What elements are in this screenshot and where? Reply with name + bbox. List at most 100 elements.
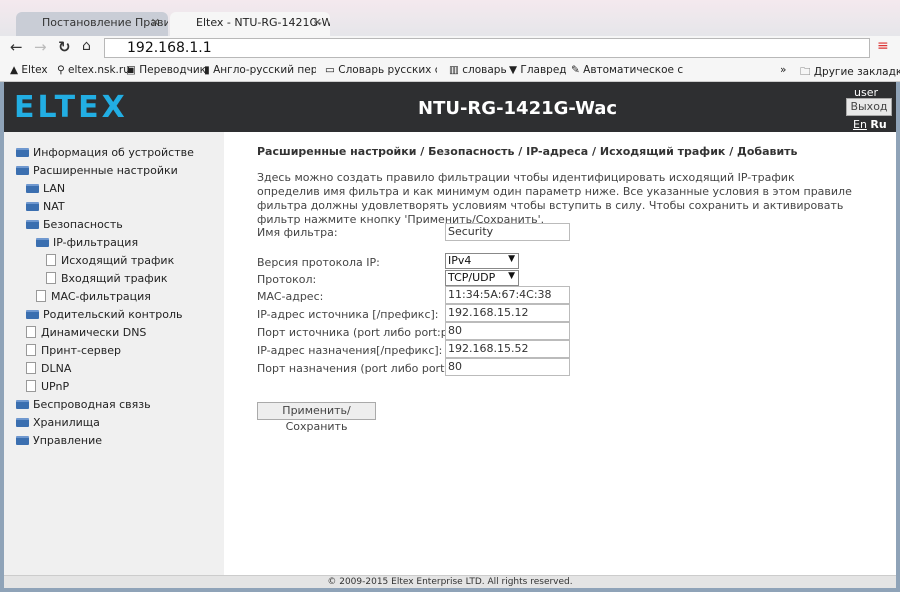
sidebar-item-label: Беспроводная связь (33, 398, 151, 411)
sidebar-item-label: Управление (33, 434, 103, 447)
bookmark[interactable]: ▮ Англо-русский перевод (204, 64, 316, 76)
bookmark-label: Другие закладки (813, 66, 900, 78)
sidebar-item[interactable]: Управление (16, 434, 102, 448)
reload-icon[interactable]: ↻ (58, 38, 71, 56)
browser-tab-active[interactable]: Eltex - NTU-RG-1421G-Wac ✕ (170, 12, 330, 36)
folder-icon (16, 400, 29, 409)
sidebar-item[interactable]: Исходящий трафик (46, 254, 174, 268)
breadcrumb: Расширенные настройки / Безопасность / I… (257, 145, 798, 158)
tab-label: Постановление Правитель (42, 16, 168, 29)
src-port-input[interactable]: 80 (445, 322, 570, 340)
sidebar-item-label: Принт-сервер (41, 344, 122, 357)
sidebar-item-label: Безопасность (43, 218, 123, 231)
logout-button[interactable]: Выход (846, 98, 892, 116)
browser-tab[interactable]: Постановление Правитель✕ (16, 12, 168, 36)
back-icon[interactable]: ← (10, 38, 23, 56)
close-tab-icon[interactable]: ✕ (313, 16, 322, 29)
document-icon (26, 380, 36, 392)
document-icon (26, 344, 36, 356)
sidebar-item[interactable]: Безопасность (26, 218, 123, 232)
bookmark-label: словарь (462, 64, 507, 76)
bookmark-label: Англо-русский перевод (213, 64, 316, 76)
device-model: NTU-RG-1421G-Wac (418, 98, 618, 119)
protocol-value: TCP/UDP (448, 271, 496, 284)
sidebar-item[interactable]: Динамически DNS (26, 326, 146, 340)
bookmark[interactable]: ▭ Словарь русских синон (325, 64, 437, 76)
folder-icon (26, 184, 39, 193)
home-icon[interactable]: ⌂ (82, 38, 91, 54)
bookmark-label: eltex.nsk.ru (68, 64, 130, 76)
filter-name-label: Имя фильтра: (257, 226, 338, 239)
sidebar-item[interactable]: Расширенные настройки (16, 164, 178, 178)
sidebar-nav: Информация об устройстве Расширенные наст… (4, 132, 224, 575)
tab-label: Eltex - NTU-RG-1421G-Wac (196, 16, 330, 29)
sidebar-item-label: NAT (43, 200, 65, 213)
sidebar-item[interactable]: Беспроводная связь (16, 398, 151, 412)
document-icon (46, 254, 56, 266)
folder-icon (26, 310, 39, 319)
lang-ru-link[interactable]: Ru (870, 118, 886, 131)
mac-label: MAC-адрес: (257, 290, 324, 303)
sidebar-item[interactable]: MAC-фильтрация (36, 290, 151, 304)
sidebar-item[interactable]: UPnP (26, 380, 69, 394)
sidebar-item[interactable]: NAT (26, 200, 65, 214)
dst-ip-label: IP-адрес назначения[/префикс]: (257, 344, 443, 357)
bookmark[interactable]: ▣ Переводчик (126, 64, 206, 76)
sidebar-item-label: Хранилища (33, 416, 100, 429)
eltex-logo: ELTEX (14, 90, 128, 125)
dst-ip-input[interactable]: 192.168.15.52 (445, 340, 570, 358)
document-icon (26, 326, 36, 338)
folder-icon (26, 202, 39, 211)
protocol-select[interactable]: TCP/UDP ▼ (445, 270, 519, 286)
sidebar-item[interactable]: DLNA (26, 362, 71, 376)
sidebar-item-label: LAN (43, 182, 66, 195)
dropdown-arrow-icon: ▼ (508, 254, 515, 264)
bookmark[interactable]: ▲ Eltex (10, 64, 48, 76)
bookmark[interactable]: ▥ словарь (449, 64, 507, 76)
bookmark-label: Переводчик (139, 64, 206, 76)
apply-save-button[interactable]: Применить/Сохранить (257, 402, 376, 433)
address-bar[interactable]: 192.168.1.1 (104, 38, 870, 58)
sidebar-item[interactable]: Информация об устройстве (16, 146, 194, 160)
bookmark[interactable]: ✎ Автоматическое склон (571, 64, 683, 76)
other-bookmarks[interactable]: 🗀 Другие закладки (800, 64, 900, 82)
bookmark-label: Eltex (21, 64, 48, 76)
sidebar-item-label: Информация об устройстве (33, 146, 194, 159)
ip-version-select[interactable]: IPv4 ▼ (445, 253, 519, 269)
sidebar-item[interactable]: Принт-сервер (26, 344, 121, 358)
mac-input[interactable]: 11:34:5A:67:4C:38 (445, 286, 570, 304)
bookmark-label: Автоматическое склон (583, 64, 683, 76)
sidebar-item[interactable]: Входящий трафик (46, 272, 168, 286)
sidebar-item-label: DLNA (41, 362, 72, 375)
sidebar-item[interactable]: IP-фильтрация (36, 236, 138, 250)
filter-name-input[interactable]: Security (445, 223, 570, 241)
menu-icon[interactable]: ≡ (877, 38, 889, 54)
sidebar-item[interactable]: LAN (26, 182, 65, 196)
bookmarks-bar: ▲ Eltex ⚲ eltex.nsk.ru ▣ Переводчик ▮ Ан… (0, 60, 900, 82)
close-tab-icon[interactable]: ✕ (151, 16, 160, 29)
sidebar-item-label: UPnP (41, 380, 70, 393)
folder-icon (16, 148, 29, 157)
sidebar-item-label: MAC-фильтрация (51, 290, 151, 303)
folder-icon (16, 436, 29, 445)
router-header: ELTEX NTU-RG-1421G-Wac user Выход En Ru (4, 82, 896, 132)
sidebar-item-label: Динамически DNS (41, 326, 147, 339)
more-bookmarks-button[interactable]: » (780, 64, 786, 76)
document-icon (26, 362, 36, 374)
description: Здесь можно создать правило фильтрации ч… (257, 171, 852, 226)
bookmark[interactable]: ▼ Главред (509, 64, 567, 76)
sidebar-item[interactable]: Родительский контроль (26, 308, 183, 322)
dst-port-input[interactable]: 80 (445, 358, 570, 376)
src-port-label: Порт источника (port либо port:port): (257, 326, 472, 339)
footer-copyright: © 2009-2015 Eltex Enterprise LTD. All ri… (4, 575, 896, 588)
src-ip-input[interactable]: 192.168.15.12 (445, 304, 570, 322)
bookmark-label: Главред (520, 64, 567, 76)
src-ip-label: IP-адрес источника [/префикс]: (257, 308, 439, 321)
forward-icon[interactable]: → (34, 38, 47, 56)
folder-icon (16, 418, 29, 427)
bookmark[interactable]: ⚲ eltex.nsk.ru (57, 64, 130, 76)
sidebar-item-label: Родительский контроль (43, 308, 183, 321)
protocol-label: Протокол: (257, 273, 317, 286)
sidebar-item[interactable]: Хранилища (16, 416, 100, 430)
lang-en-link[interactable]: En (853, 118, 867, 131)
